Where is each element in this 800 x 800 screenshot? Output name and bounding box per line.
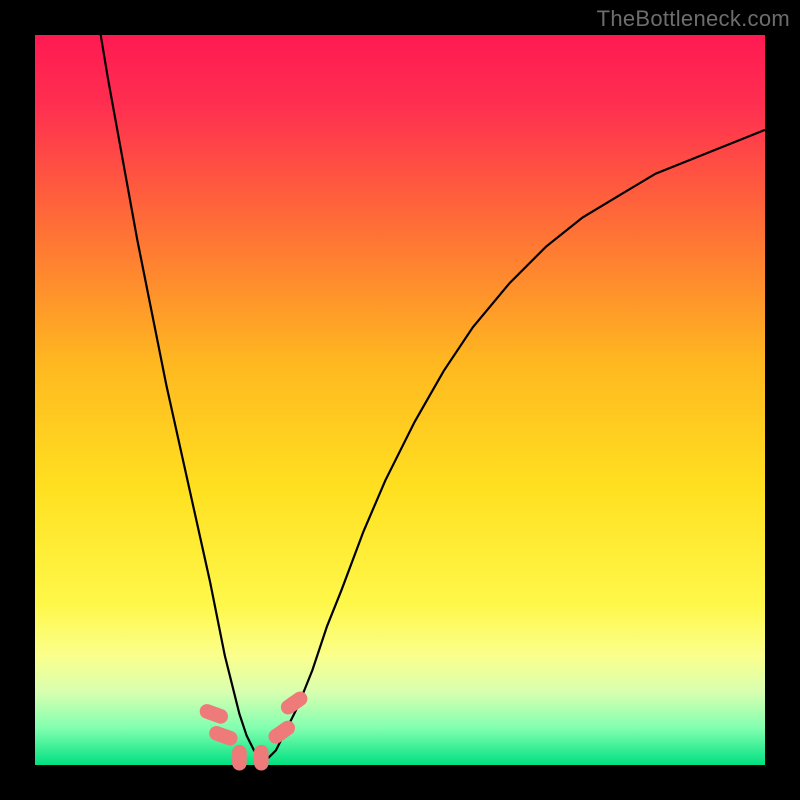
curve-marker [232, 745, 247, 771]
plot-background [35, 35, 765, 765]
chart-frame: TheBottleneck.com [0, 0, 800, 800]
chart-svg [0, 0, 800, 800]
curve-marker [254, 745, 269, 771]
